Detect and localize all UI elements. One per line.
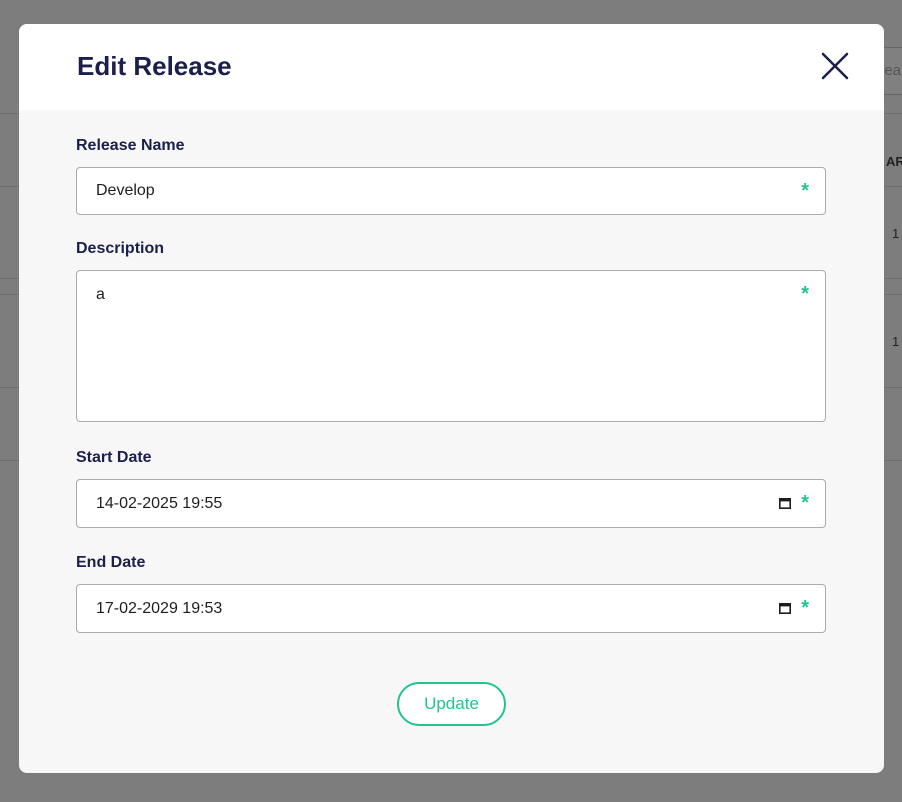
start-date-input[interactable]: 14-02-2025 19:55 * [76,479,826,528]
modal-title: Edit Release [77,51,232,81]
release-name-value: Develop [96,182,155,199]
background-row-text: 1 [892,226,900,241]
release-name-input[interactable]: Develop * [76,167,826,215]
close-button[interactable] [817,48,853,84]
required-indicator: * [801,597,809,619]
required-indicator: * [801,283,809,305]
background-row-text: 1 [892,334,900,349]
required-indicator: * [801,180,809,202]
background-search-placeholder: lea [881,62,902,79]
calendar-icon[interactable] [779,498,791,509]
description-value: a [96,286,105,303]
description-textarea[interactable]: a * [76,270,826,422]
start-date-label: Start Date [76,449,152,466]
release-name-label: Release Name [76,137,185,154]
description-label: Description [76,240,165,257]
end-date-input[interactable]: 17-02-2029 19:53 * [76,584,826,633]
edit-release-modal: Edit Release Release Name Develop * Desc… [19,24,884,773]
close-icon [821,52,849,80]
end-date-label: End Date [76,554,146,571]
calendar-icon[interactable] [779,603,791,614]
required-indicator: * [801,492,809,514]
end-date-value: 17-02-2029 19:53 [96,600,223,617]
background-column-header: AR [886,154,902,169]
update-button[interactable]: Update [397,682,506,726]
modal-header: Edit Release [19,24,884,110]
start-date-value: 14-02-2025 19:55 [96,495,223,512]
